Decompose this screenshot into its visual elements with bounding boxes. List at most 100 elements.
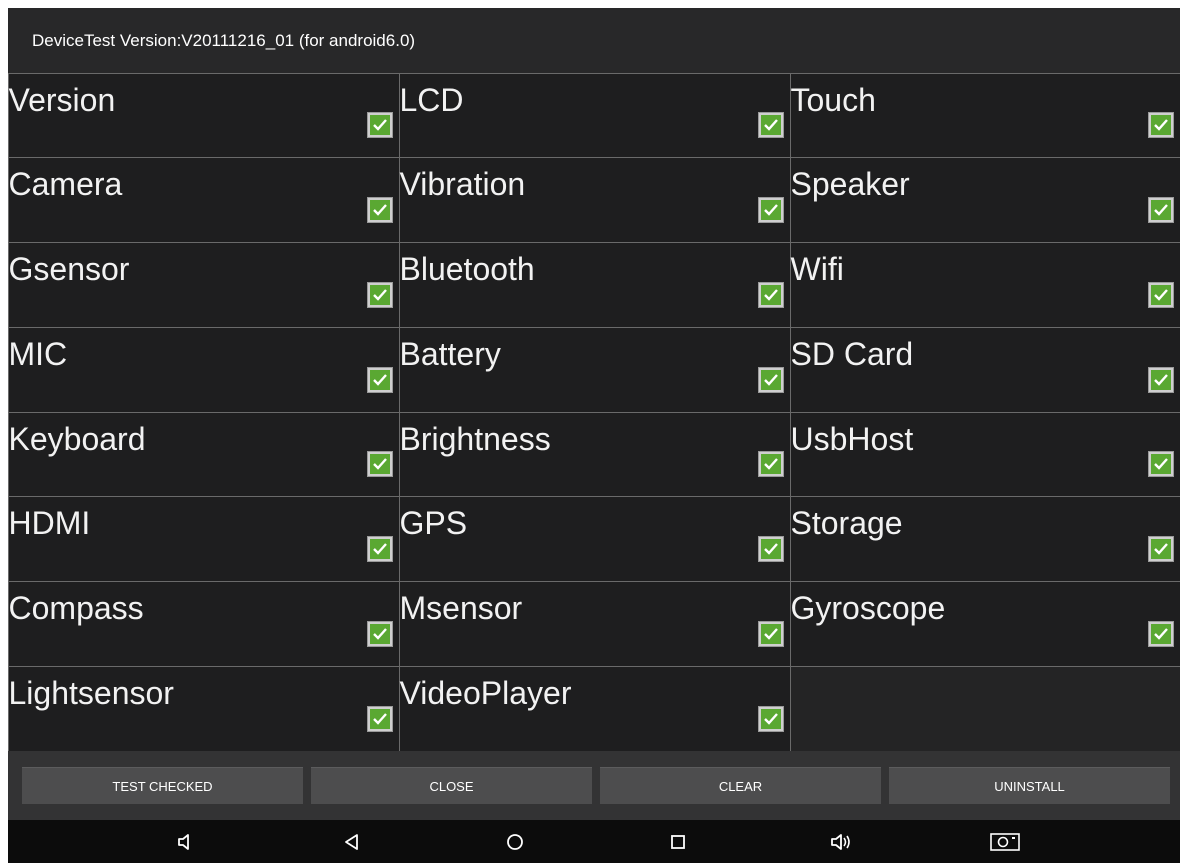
test-item-gyroscope[interactable]: Gyroscope: [789, 581, 1180, 667]
checkbox[interactable]: [1147, 536, 1174, 562]
test-item-hdmi[interactable]: HDMI: [7, 496, 400, 582]
app-title: DeviceTest Version:V20111216_01 (for and…: [8, 8, 1180, 73]
test-item-touch[interactable]: Touch: [789, 72, 1180, 159]
checkmark-icon: [369, 284, 390, 305]
test-item-usbhost[interactable]: UsbHost: [789, 411, 1180, 498]
checkmark-icon: [1150, 115, 1171, 136]
checkmark-icon: [1150, 369, 1171, 390]
checkbox[interactable]: [757, 705, 784, 732]
test-grid: Version LCD Touch Camera Vibration Speak…: [7, 72, 1180, 752]
test-item-label: Lightsensor: [8, 674, 174, 711]
checkbox[interactable]: [1147, 112, 1174, 139]
test-item-gps[interactable]: GPS: [398, 496, 791, 582]
test-item-label: Version: [8, 81, 116, 118]
test-item-compass[interactable]: Compass: [7, 581, 400, 667]
back-icon[interactable]: [339, 829, 365, 855]
test-item-label: GPS: [399, 505, 468, 542]
uninstall-button[interactable]: UNINSTALL: [889, 767, 1170, 804]
checkbox[interactable]: [366, 112, 393, 139]
test-item-label: Compass: [8, 590, 144, 626]
system-navigation-bar: [8, 820, 1180, 863]
test-item-keyboard[interactable]: Keyboard: [7, 411, 400, 498]
test-item-sd-card[interactable]: SD Card: [789, 326, 1180, 413]
checkmark-icon: [760, 708, 781, 729]
checkmark-icon: [1150, 200, 1171, 220]
checkmark-icon: [760, 115, 781, 136]
checkbox[interactable]: [366, 620, 393, 647]
checkmark-icon: [369, 454, 390, 475]
checkbox[interactable]: [1147, 366, 1174, 393]
checkbox[interactable]: [757, 536, 784, 562]
checkbox[interactable]: [366, 366, 393, 393]
test-item-label: Vibration: [399, 166, 526, 203]
test-item-label: Keyboard: [8, 420, 146, 457]
checkbox[interactable]: [757, 112, 784, 139]
test-checked-button[interactable]: TEST CHECKED: [22, 767, 303, 804]
checkmark-icon: [760, 539, 781, 559]
volume-up-icon[interactable]: [828, 829, 854, 855]
checkbox[interactable]: [1147, 451, 1174, 478]
checkmark-icon: [369, 623, 390, 644]
test-item-bluetooth[interactable]: Bluetooth: [398, 242, 791, 328]
test-item-label: Wifi: [790, 251, 844, 287]
device-test-screen: DeviceTest Version:V20111216_01 (for and…: [7, 8, 1180, 863]
test-item-videoplayer[interactable]: VideoPlayer: [398, 665, 791, 752]
test-item-vibration[interactable]: Vibration: [398, 157, 791, 243]
test-item-storage[interactable]: Storage: [789, 496, 1180, 582]
test-item-label: Bluetooth: [399, 251, 535, 287]
checkmark-icon: [369, 539, 390, 559]
checkbox[interactable]: [757, 451, 784, 478]
test-item-label: Gsensor: [8, 251, 130, 287]
checkbox[interactable]: [757, 366, 784, 393]
home-icon[interactable]: [502, 829, 528, 855]
button-bar: TEST CHECKED CLOSE CLEAR UNINSTALL: [8, 751, 1180, 820]
checkbox[interactable]: [1147, 281, 1174, 308]
test-item-version[interactable]: Version: [7, 72, 400, 159]
recents-icon[interactable]: [665, 829, 691, 855]
test-item-battery[interactable]: Battery: [398, 326, 791, 413]
checkmark-icon: [1150, 284, 1171, 305]
checkmark-icon: [1150, 539, 1171, 559]
test-item-label: Gyroscope: [790, 590, 946, 626]
checkmark-icon: [760, 200, 781, 220]
volume-down-icon[interactable]: [173, 829, 199, 855]
test-item-speaker[interactable]: Speaker: [789, 157, 1180, 243]
clear-button[interactable]: CLEAR: [600, 767, 881, 804]
test-item-label: MIC: [8, 335, 68, 372]
checkbox[interactable]: [366, 705, 393, 732]
test-item-wifi[interactable]: Wifi: [789, 242, 1180, 328]
checkmark-icon: [760, 284, 781, 305]
test-item-label: LCD: [399, 81, 464, 118]
checkbox[interactable]: [366, 197, 393, 223]
test-item-label: VideoPlayer: [399, 674, 572, 711]
empty-cell: [790, 666, 1180, 752]
checkbox[interactable]: [757, 620, 784, 647]
checkbox[interactable]: [757, 281, 784, 308]
checkbox[interactable]: [366, 281, 393, 308]
checkbox[interactable]: [366, 536, 393, 562]
test-item-label: Storage: [790, 505, 903, 542]
checkmark-icon: [1150, 454, 1171, 475]
close-button[interactable]: CLOSE: [311, 767, 592, 804]
test-item-brightness[interactable]: Brightness: [398, 411, 791, 498]
checkmark-icon: [369, 115, 390, 136]
test-item-msensor[interactable]: Msensor: [398, 581, 791, 667]
test-item-label: Msensor: [399, 590, 523, 626]
checkbox[interactable]: [1147, 620, 1174, 647]
screenshot-icon[interactable]: [988, 829, 1022, 855]
test-item-mic[interactable]: MIC: [7, 326, 400, 413]
test-item-camera[interactable]: Camera: [7, 157, 400, 243]
test-item-label: Touch: [790, 81, 876, 118]
test-item-lightsensor[interactable]: Lightsensor: [7, 665, 400, 752]
test-item-label: UsbHost: [790, 420, 914, 457]
checkmark-icon: [760, 623, 781, 644]
checkmark-icon: [1150, 623, 1171, 644]
test-item-label: HDMI: [8, 505, 91, 542]
test-item-label: Camera: [8, 166, 123, 203]
test-item-gsensor[interactable]: Gsensor: [7, 242, 400, 328]
checkbox[interactable]: [1147, 197, 1174, 223]
checkmark-icon: [760, 454, 781, 475]
checkbox[interactable]: [757, 197, 784, 223]
test-item-lcd[interactable]: LCD: [398, 72, 791, 159]
checkbox[interactable]: [366, 451, 393, 478]
